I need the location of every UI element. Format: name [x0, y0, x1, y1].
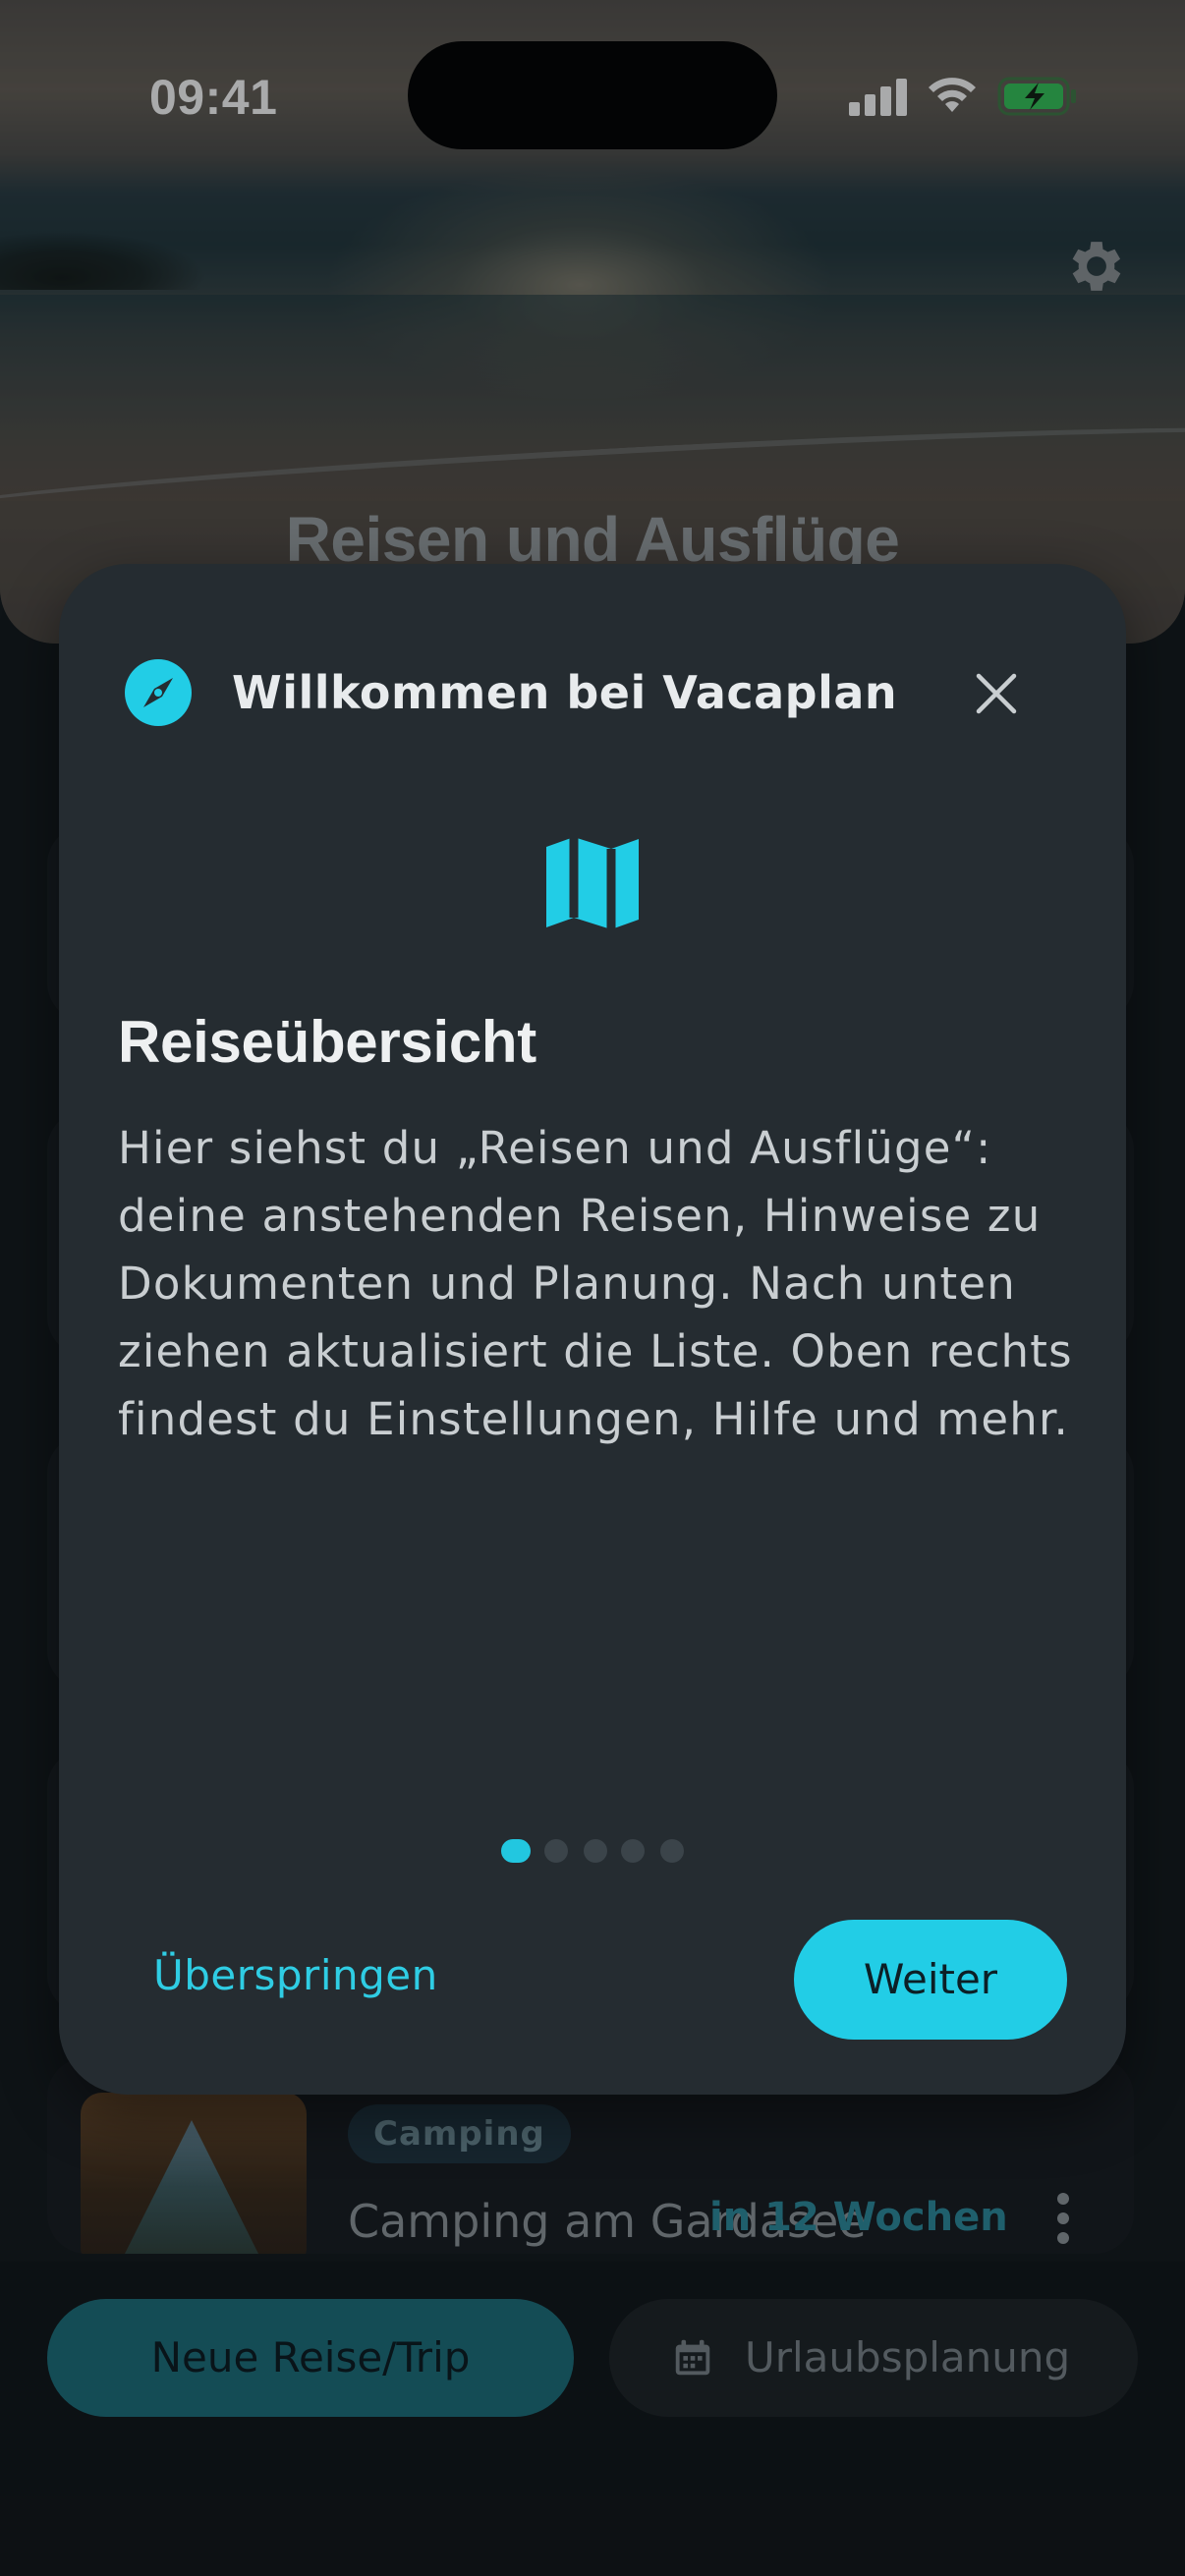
page-dot [544, 1839, 568, 1863]
dialog-header: Willkommen bei Vacaplan [232, 666, 898, 719]
skip-button[interactable]: Überspringen [153, 1951, 438, 1999]
page-dot [584, 1839, 607, 1863]
page-dot [621, 1839, 645, 1863]
dialog-body: Hier siehst du „Reisen und Ausflüge“: de… [118, 1122, 1073, 1445]
map-icon [546, 837, 639, 929]
close-icon[interactable] [973, 670, 1020, 717]
onboarding-dialog: Willkommen bei Vacaplan Reiseübersicht H… [59, 564, 1126, 2095]
dialog-title: Reiseübersicht [118, 1009, 536, 1075]
next-button[interactable]: Weiter [794, 1920, 1067, 2040]
page-dot [660, 1839, 684, 1863]
page-dot [501, 1839, 531, 1863]
compass-icon [125, 659, 192, 726]
